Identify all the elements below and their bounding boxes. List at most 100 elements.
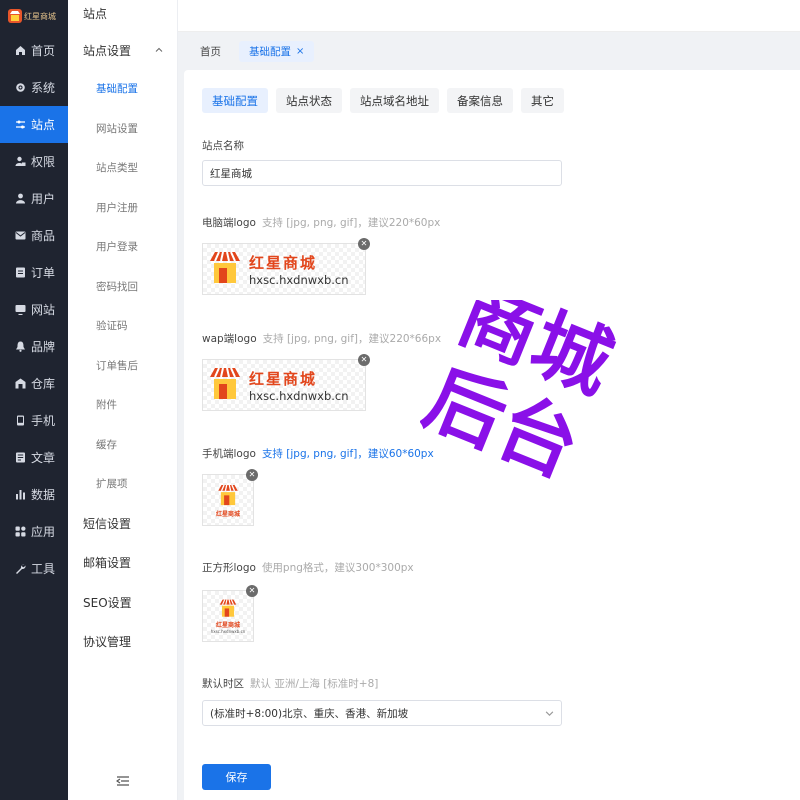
nav-item-label: 数据: [31, 488, 56, 502]
logo-preview: 红星商城 hxsc.hxdnwxb.cn: [203, 360, 365, 410]
apps-icon: [15, 526, 26, 537]
content-tab-3[interactable]: 备案信息: [447, 88, 513, 113]
submenu-item-0[interactable]: 基础配置: [68, 70, 177, 110]
nav-item-label: 工具: [31, 562, 56, 576]
nav-item-label: 商品: [31, 229, 56, 243]
nav-item-13[interactable]: 应用: [0, 513, 68, 550]
nav-item-label: 站点: [31, 118, 56, 132]
nav-item-label: 手机: [31, 414, 56, 428]
logo-preview-cn: 红星商城: [215, 622, 240, 629]
logo-preview-en: hxsc.hxdnwxb.cn: [249, 272, 349, 287]
square-logo-hint: 使用png格式，建议300*300px: [261, 562, 414, 574]
square-logo-preview[interactable]: 红星商城 hxsc.hxdnwxb.cn: [202, 590, 254, 642]
phone-icon: [15, 415, 26, 426]
wap-logo-preview[interactable]: 红星商城 hxsc.hxdnwxb.cn: [202, 359, 366, 411]
nav-item-11[interactable]: 文章: [0, 439, 68, 476]
submenu-item-2[interactable]: 站点类型: [68, 149, 177, 189]
timezone-hint: 默认 亚洲/上海 [标准时+8]: [250, 678, 379, 690]
user-icon: [15, 193, 26, 204]
page-tab-label: 基础配置: [249, 45, 291, 58]
mail-icon: [15, 230, 26, 241]
content-tab-4[interactable]: 其它: [521, 88, 564, 113]
article-icon: [15, 452, 26, 463]
chevron-up-icon: [155, 47, 163, 52]
shop-awning-icon: [219, 599, 237, 617]
logo-preview: 红星商城 hxsc.hxdnwxb.cn: [203, 591, 253, 641]
submenu-item-7[interactable]: 订单售后: [68, 347, 177, 387]
submenu-item-3[interactable]: 用户注册: [68, 189, 177, 229]
nav-item-7[interactable]: 网站: [0, 291, 68, 328]
nav-item-4[interactable]: 用户: [0, 180, 68, 217]
nav-item-14[interactable]: 工具: [0, 550, 68, 587]
save-button[interactable]: 保存: [202, 764, 271, 790]
submenu-top-items: 短信设置 邮箱设置 SEO设置 协议管理: [68, 505, 177, 663]
timezone-value: (标准时+8:00)北京、重庆、香港、新加坡: [210, 707, 409, 720]
order-icon: [15, 267, 26, 278]
mobile-logo-hint: 支持 [jpg, png, gif]，建议60*60px: [261, 448, 434, 460]
submenu-item-10[interactable]: 扩展项: [68, 465, 177, 505]
nav-item-8[interactable]: 品牌: [0, 328, 68, 365]
nav-item-label: 品牌: [31, 340, 56, 354]
submenu-top-item-1[interactable]: 邮箱设置: [68, 544, 177, 584]
shop-awning-icon: [210, 251, 240, 283]
page-tab-0[interactable]: 首页: [190, 41, 231, 62]
submenu-top-item-3[interactable]: 协议管理: [68, 623, 177, 663]
nav-item-3[interactable]: 权限: [0, 143, 68, 180]
wrench-icon: [15, 563, 26, 574]
submenu-item-9[interactable]: 缓存: [68, 426, 177, 466]
nav-item-label: 订单: [31, 266, 56, 280]
nav-item-12[interactable]: 数据: [0, 476, 68, 513]
site-name-input[interactable]: [202, 160, 562, 186]
remove-pc-logo-button[interactable]: ✕: [358, 238, 370, 250]
logo-preview-cn: 红星商城: [249, 253, 318, 272]
sub-menu: 站点 站点设置 基础配置 网站设置 站点类型 用户注册 用户登录 密码找回 验证码 订单售后附…: [68, 0, 178, 800]
page-tab-1[interactable]: 基础配置 ×: [239, 40, 315, 62]
remove-square-logo-button[interactable]: ✕: [246, 585, 258, 597]
gear-icon: [15, 82, 26, 93]
main-sidebar: 红星商城 首页 系统站点权限 用户商品订单网站品牌仓库手机文章数据应用工具: [0, 0, 68, 800]
content-tab-1[interactable]: 站点状态: [276, 88, 342, 113]
content-tab-0[interactable]: 基础配置: [202, 88, 268, 113]
logo-preview-cn: 红星商城: [249, 369, 318, 388]
content-tab-2[interactable]: 站点域名地址: [350, 88, 439, 113]
nav-item-9[interactable]: 仓库: [0, 365, 68, 402]
logo-preview: 红星商城 hxsc.hxdnwxb.cn: [203, 244, 365, 294]
pc-logo-preview[interactable]: 红星商城 hxsc.hxdnwxb.cn: [202, 243, 366, 295]
submenu-item-4[interactable]: 用户登录: [68, 228, 177, 268]
submenu-item-1[interactable]: 网站设置: [68, 110, 177, 150]
remove-wap-logo-button[interactable]: ✕: [358, 354, 370, 366]
submenu-top-item-0[interactable]: 短信设置: [68, 505, 177, 545]
submenu-item-5[interactable]: 密码找回: [68, 268, 177, 308]
mobile-logo-preview[interactable]: 红星商城: [202, 474, 254, 526]
submenu-top-item-2[interactable]: SEO设置: [68, 584, 177, 624]
app-logo[interactable]: 红星商城: [0, 0, 68, 32]
submenu-group-site-settings[interactable]: 站点设置: [68, 30, 177, 70]
timezone-select[interactable]: (标准时+8:00)北京、重庆、香港、新加坡: [202, 700, 562, 726]
nav-item-2[interactable]: 站点: [0, 106, 68, 143]
nav-item-label: 应用: [31, 525, 56, 539]
wap-logo-label: wap端logo 支持 [jpg, png, gif]，建议220*66px: [202, 333, 442, 345]
logo-preview-en: hxsc.hxdnwxb.cn: [249, 388, 349, 403]
square-logo-label: 正方形logo 使用png格式，建议300*300px: [202, 562, 414, 574]
submenu-group-label: 站点设置: [83, 43, 132, 58]
close-icon[interactable]: ×: [296, 46, 304, 57]
submenu-item-6[interactable]: 验证码: [68, 307, 177, 347]
nav-item-5[interactable]: 商品: [0, 217, 68, 254]
top-header: [178, 0, 800, 32]
nav-item-1[interactable]: 系统: [0, 69, 68, 106]
mobile-logo-label: 手机端logo 支持 [jpg, png, gif]，建议60*60px: [202, 448, 434, 460]
chevron-down-icon: [545, 710, 554, 716]
bell-icon: [15, 341, 26, 352]
logo-preview-cn: 红星商城: [215, 510, 240, 518]
page-tabs: 首页 基础配置 ×: [178, 40, 800, 62]
shop-awning-icon: [218, 484, 238, 505]
user-lock-icon: [15, 156, 26, 167]
collapse-menu-icon[interactable]: [116, 774, 130, 788]
submenu-title: 站点: [83, 7, 108, 21]
submenu-item-8[interactable]: 附件: [68, 386, 177, 426]
nav-item-6[interactable]: 订单: [0, 254, 68, 291]
page-tab-label: 首页: [200, 45, 221, 58]
nav-item-10[interactable]: 手机: [0, 402, 68, 439]
nav-item-0[interactable]: 首页: [0, 32, 68, 69]
remove-mobile-logo-button[interactable]: ✕: [246, 469, 258, 481]
